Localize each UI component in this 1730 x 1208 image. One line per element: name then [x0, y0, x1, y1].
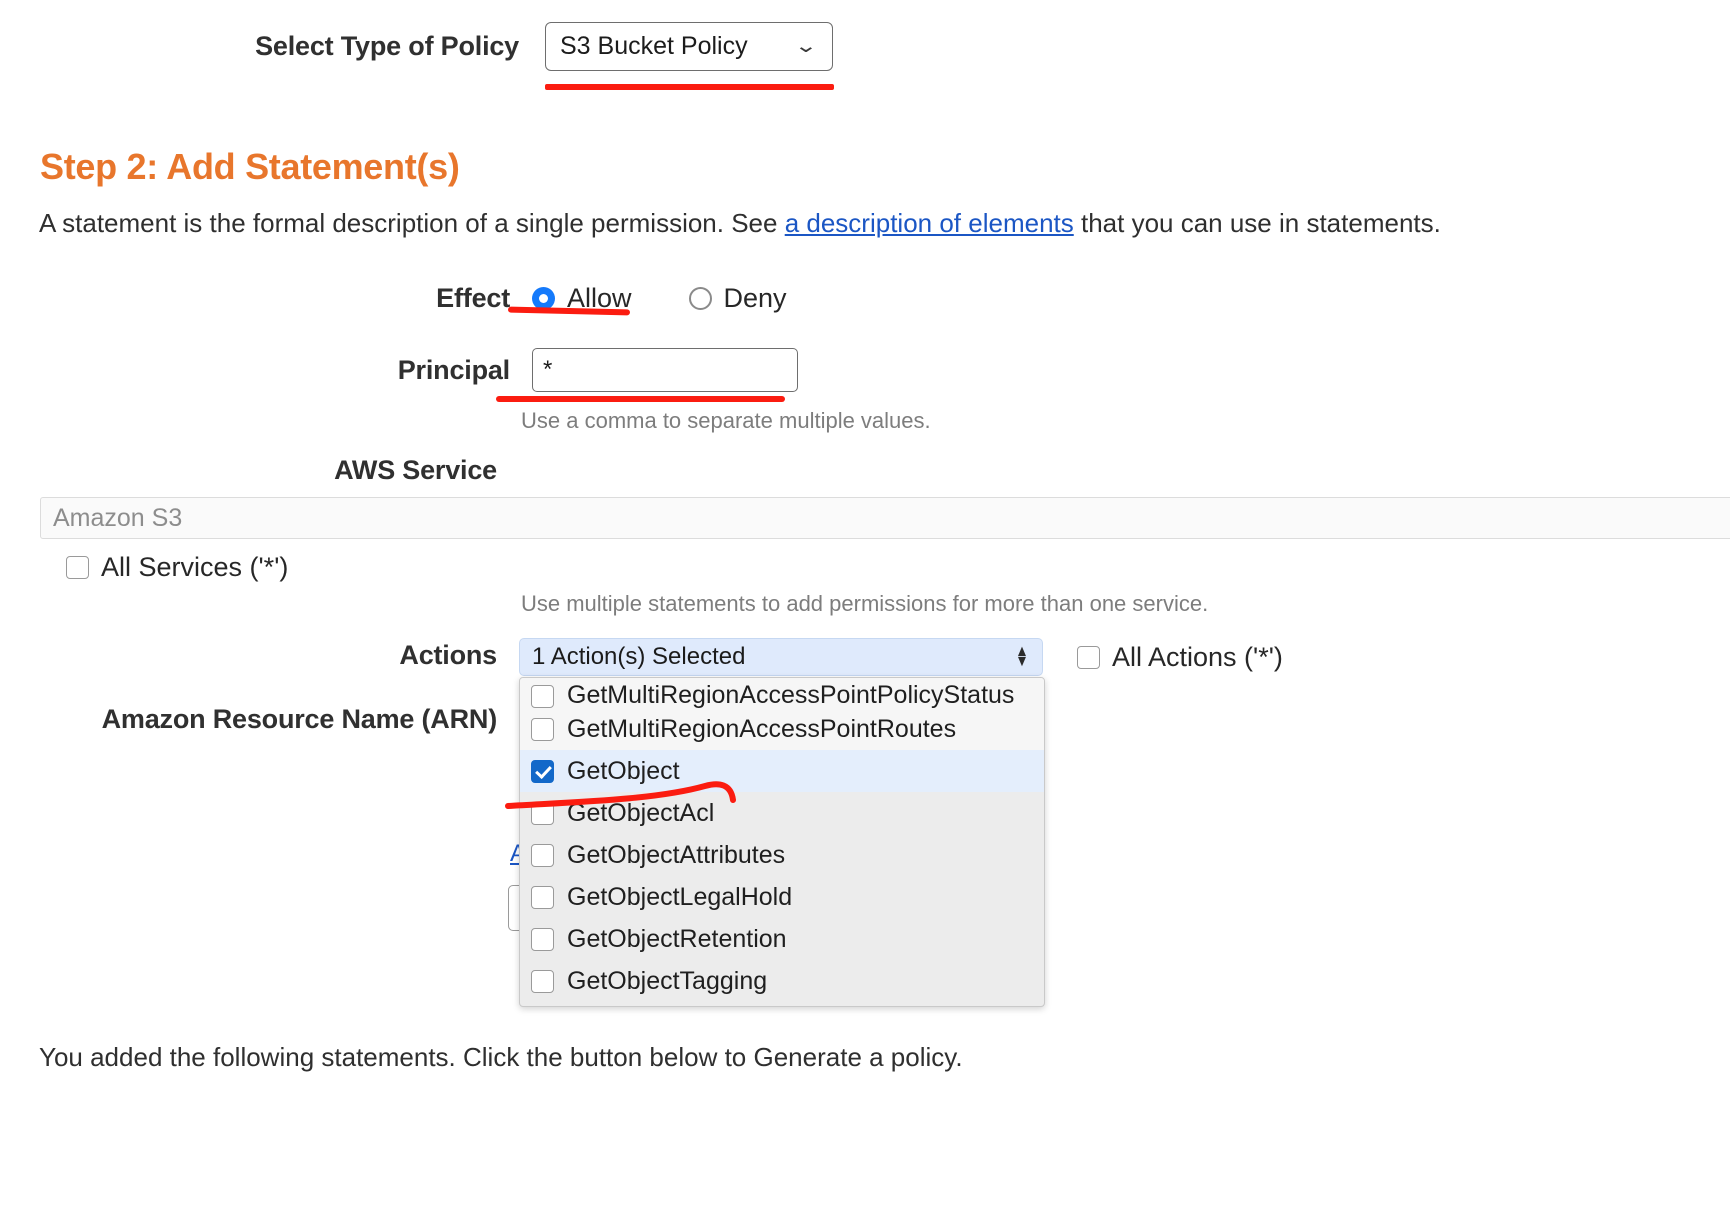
action-checkbox[interactable]	[531, 717, 554, 741]
action-label: GetObjectLegalHold	[567, 882, 793, 911]
arn-label: Amazon Resource Name (ARN)	[101, 704, 498, 734]
action-label: GetMultiRegionAccessPointRoutes	[567, 714, 957, 743]
actions-selected-summary: 1 Action(s) Selected	[532, 643, 746, 670]
radio-deny-icon[interactable]	[688, 287, 712, 310]
action-label: GetMultiRegionAccessPointPolicyStatus	[567, 681, 1015, 709]
action-checkbox[interactable]	[531, 969, 554, 993]
annotation-curve-getobject	[505, 781, 736, 809]
principal-hint: Use a comma to separate multiple values.	[521, 408, 931, 433]
aws-service-label: AWS Service	[334, 455, 497, 485]
up-down-arrows-icon: ▲ ▼	[1015, 643, 1029, 670]
principal-label: Principal	[397, 354, 510, 385]
list-item[interactable]: GetObjectLegalHold	[520, 876, 1044, 918]
action-checkbox[interactable]	[531, 927, 554, 951]
principal-input-value: *	[543, 356, 553, 383]
policy-type-select-wrapper: S3 Bucket Policy ⌄	[545, 22, 834, 90]
all-services-label: All Services ('*')	[101, 552, 289, 582]
aws-service-input[interactable]: Amazon S3	[40, 497, 1730, 539]
principal-input[interactable]: *	[532, 348, 798, 392]
footer-text: You added the following statements. Clic…	[39, 1042, 963, 1072]
action-checkbox[interactable]	[531, 843, 554, 867]
effect-row: Effect Allow Deny	[0, 283, 1730, 314]
principal-row: Principal *	[0, 348, 1730, 392]
all-services-checkbox[interactable]	[66, 556, 89, 579]
step-description-after: that you can use in statements.	[1073, 208, 1441, 238]
all-services-row[interactable]: All Services ('*')	[66, 552, 288, 583]
action-label: GetObjectRetention	[567, 924, 787, 953]
list-item[interactable]: GetMultiRegionAccessPointPolicyStatus	[520, 678, 1044, 708]
actions-select[interactable]: 1 Action(s) Selected ▲ ▼	[519, 638, 1043, 676]
policy-generator-page: Select Type of Policy S3 Bucket Policy ⌄…	[0, 0, 1730, 1208]
step-description-before: A statement is the formal description of…	[39, 208, 785, 238]
actions-dropdown-list[interactable]: GetMultiRegionAccessPointPolicyStatus Ge…	[519, 677, 1045, 1007]
policy-type-label: Select Type of Policy	[255, 31, 519, 61]
step-description: A statement is the formal description of…	[39, 208, 1441, 239]
policy-type-selected-value: S3 Bucket Policy	[560, 32, 748, 60]
aws-service-hint: Use multiple statements to add permissio…	[521, 591, 1209, 616]
annotation-underline-principal	[496, 396, 785, 402]
list-item[interactable]: GetObjectTagging	[520, 960, 1044, 1002]
action-label: GetObjectTagging	[567, 966, 768, 995]
all-actions-checkbox[interactable]	[1077, 646, 1100, 669]
step-heading: Step 2: Add Statement(s)	[40, 146, 460, 187]
action-checkbox[interactable]	[531, 685, 554, 708]
effect-option-deny[interactable]: Deny	[688, 283, 787, 314]
all-actions-label: All Actions ('*')	[1112, 642, 1283, 672]
policy-type-row: Select Type of Policy S3 Bucket Policy ⌄	[0, 22, 1730, 90]
effect-label: Effect	[436, 283, 510, 313]
annotation-underline-policy-type	[545, 84, 834, 90]
aws-service-value: Amazon S3	[53, 503, 183, 532]
list-item[interactable]: GetObjectRetention	[520, 918, 1044, 960]
action-checkbox[interactable]	[531, 885, 554, 909]
list-item[interactable]: GetMultiRegionAccessPointRoutes	[520, 708, 1044, 750]
policy-type-select[interactable]: S3 Bucket Policy ⌄	[545, 22, 833, 71]
effect-deny-label: Deny	[723, 283, 787, 313]
description-of-elements-link[interactable]: a description of elements	[785, 208, 1074, 238]
chevron-down-icon: ⌄	[794, 36, 818, 57]
actions-label: Actions	[399, 640, 497, 670]
action-label: GetObjectAttributes	[567, 840, 786, 869]
list-item[interactable]: GetObjectAttributes	[520, 834, 1044, 876]
all-actions-row[interactable]: All Actions ('*')	[1077, 642, 1283, 673]
